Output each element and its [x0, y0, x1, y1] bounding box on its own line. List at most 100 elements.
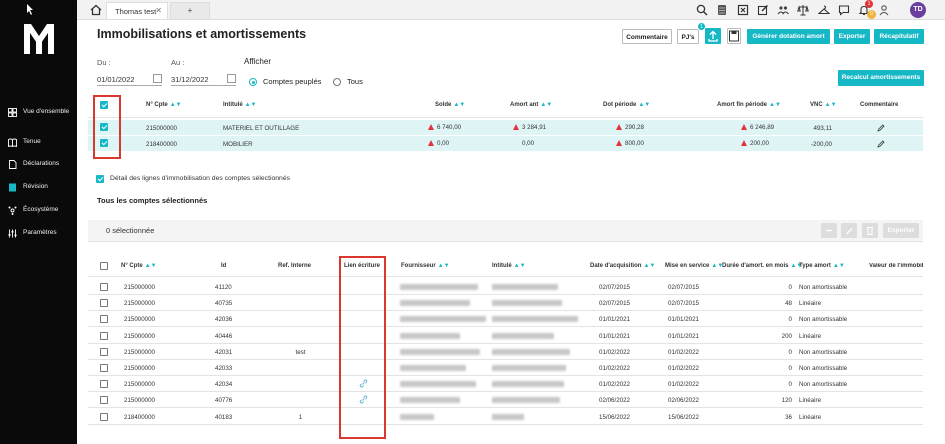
cell-vnc: 493,11 [813, 125, 832, 132]
warning-triangle-icon [741, 140, 747, 146]
radio-comptes-peuples-label: Comptes peuplés [263, 77, 322, 86]
col-header-dot-periode[interactable]: Dot période ▲▼ [603, 102, 650, 108]
calendar-icon[interactable] [153, 74, 162, 83]
tab-thomas-test[interactable]: Thomas test ✕ [106, 2, 168, 19]
sort-icon[interactable]: ▲▼ [438, 263, 450, 269]
warning-triangle-icon [741, 124, 747, 130]
date-to-input[interactable]: 31/12/2022 [171, 72, 236, 86]
sort-icon[interactable]: ▲▼ [170, 102, 182, 108]
col-header-date-acquisition[interactable]: Date d'acquisition ▲▼ [590, 263, 655, 269]
row-divider [88, 375, 923, 376]
generer-dotation-button[interactable]: Générer dotation amort [747, 29, 830, 44]
close-box-icon[interactable] [737, 4, 749, 16]
col-header-mise-en-service[interactable]: Mise en service ▲▼ [665, 263, 723, 269]
sort-icon[interactable]: ▲▼ [638, 102, 650, 108]
row-divider [88, 358, 923, 360]
upload-button[interactable] [705, 28, 721, 44]
recapitulatif-button[interactable]: Récapitulatif [874, 29, 924, 44]
scale-icon[interactable] [797, 4, 809, 16]
save-button[interactable] [727, 28, 741, 44]
sort-icon[interactable]: ▲▼ [453, 102, 465, 108]
commentaire-button[interactable]: Commentaire [622, 29, 672, 44]
row-checkbox[interactable] [100, 364, 108, 372]
radio-tous[interactable] [333, 78, 341, 86]
recalcul-button[interactable]: Recalcul amortissements [838, 70, 924, 86]
cell-cpte: 215000000 [124, 365, 155, 372]
sidebar-item-4[interactable]: Écosystème [8, 206, 74, 215]
user-icon[interactable] [878, 4, 890, 16]
col-header-fournisseur[interactable]: Fournisseur ▲▼ [401, 263, 450, 269]
row-checkbox[interactable] [100, 331, 108, 340]
detail-lines-checkbox[interactable] [96, 175, 104, 183]
sort-icon[interactable]: ▲▼ [825, 102, 837, 108]
sort-icon[interactable]: ▲▼ [769, 102, 781, 108]
edit-icon[interactable] [757, 4, 769, 16]
cell-duree: 0 [788, 381, 792, 389]
cell-duree: 200 [781, 332, 792, 340]
chat-icon[interactable] [838, 4, 850, 16]
sidebar-item-5[interactable]: Paramètres [8, 229, 74, 238]
add-tab-button[interactable]: + [170, 2, 210, 19]
home-icon[interactable] [90, 4, 102, 16]
row-checkbox[interactable] [100, 347, 108, 356]
pjs-button[interactable]: PJ's [677, 29, 699, 44]
delete-button[interactable] [862, 223, 878, 238]
database-icon[interactable] [716, 4, 728, 16]
cell-id: 40776 [215, 397, 233, 405]
sort-icon[interactable]: ▲▼ [833, 263, 845, 269]
col-header-duree[interactable]: Durée d'amort. en mois ▲▼ [722, 263, 802, 269]
sidebar-item-0[interactable]: Vue d'ensemble [8, 108, 74, 117]
col-header-type-amort[interactable]: Type amort ▲▼ [799, 263, 845, 269]
row-checkbox[interactable] [100, 380, 108, 389]
date-from-input[interactable]: 01/01/2022 [97, 72, 162, 86]
pencil-icon[interactable] [877, 124, 885, 132]
sidebar-item-1[interactable]: Tenue [8, 138, 74, 147]
cell-mise-en-service: 01/02/2022 [668, 381, 699, 389]
users-icon[interactable] [777, 4, 789, 16]
app-logo-icon[interactable] [22, 22, 56, 56]
pencil-icon[interactable] [877, 140, 885, 148]
sort-icon[interactable]: ▲▼ [540, 102, 552, 108]
avatar[interactable]: TD [910, 2, 926, 18]
export-button[interactable]: Exporter [834, 29, 870, 44]
tab-close-icon[interactable]: ✕ [155, 6, 162, 15]
pencil-icon [846, 228, 853, 235]
cell-date-acquisition: 01/02/2022 [599, 381, 630, 389]
sort-icon[interactable]: ▲▼ [245, 102, 257, 108]
cell-id: 42031 [215, 348, 233, 356]
select-all-lines-checkbox[interactable] [100, 262, 108, 270]
col-header-cpte[interactable]: N° Cpte ▲▼ [121, 263, 157, 269]
radio-comptes-peuples[interactable] [249, 78, 257, 86]
sort-icon[interactable]: ▲▼ [514, 263, 526, 269]
col-header-intitule[interactable]: Intitulé ▲▼ [492, 263, 526, 269]
hanger-icon[interactable] [818, 4, 830, 16]
document-icon [9, 160, 17, 169]
remove-button[interactable] [821, 223, 837, 238]
row-checkbox[interactable] [100, 412, 108, 421]
col-header-vnc[interactable]: VNC ▲▼ [810, 102, 837, 108]
sort-icon[interactable]: ▲▼ [643, 263, 655, 269]
warning-triangle-icon [616, 124, 622, 130]
row-checkbox[interactable] [100, 283, 108, 291]
cell-cpte: 215000000 [124, 316, 155, 324]
sort-icon[interactable]: ▲▼ [145, 263, 157, 269]
col-header-solde[interactable]: Solde ▲▼ [435, 102, 465, 108]
sidebar-item-3[interactable]: Révision [8, 183, 74, 192]
col-header-amort-ant[interactable]: Amort ant ▲▼ [510, 102, 552, 108]
row-checkbox[interactable] [100, 315, 108, 324]
highlight-box-checkboxes [93, 95, 121, 159]
main-content: Immobilisations et amortissements Commen… [88, 20, 933, 440]
edit-line-button[interactable] [841, 223, 857, 238]
calendar-icon[interactable] [227, 74, 236, 83]
cell-mise-en-service: 02/07/2015 [668, 284, 699, 291]
row-checkbox[interactable] [100, 396, 108, 405]
row-background [88, 120, 923, 135]
col-header-intitule[interactable]: Intitulé ▲▼ [223, 102, 257, 108]
row-background [88, 136, 923, 151]
col-header-amort-fin[interactable]: Amort fin période ▲▼ [717, 102, 781, 108]
row-checkbox[interactable] [100, 299, 108, 308]
export-lines-button[interactable]: Exporter [883, 223, 919, 238]
sidebar-item-2[interactable]: Déclarations [8, 160, 74, 169]
search-icon[interactable] [696, 4, 708, 16]
col-header-cpte[interactable]: N° Cpte ▲▼ [146, 102, 182, 108]
